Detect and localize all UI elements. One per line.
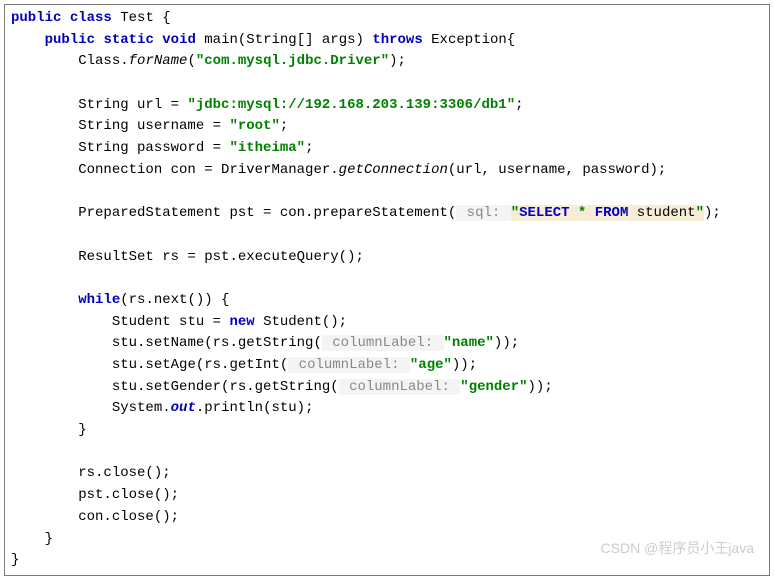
string: "root" [229,118,279,134]
keyword: static [103,32,153,48]
string: "com.mysql.jdbc.Driver" [196,53,389,69]
brace: } [78,422,86,438]
text: (rs.next()) { [120,292,229,308]
string: "itheima" [229,140,305,156]
text: Exception{ [431,32,515,48]
string: "name" [444,335,494,351]
text: String url = [78,97,187,113]
param-hint: columnLabel: [339,379,461,395]
text: )); [452,357,477,373]
method-call: forName [129,53,188,69]
text: Connection con = DriverManager. [78,162,338,178]
sql-quote: " [696,205,704,221]
text: stu.setGender(rs.getString( [112,379,339,395]
text: PreparedStatement pst = con.prepareState… [78,205,456,221]
text: )); [494,335,519,351]
text: con.close(); [78,509,179,525]
brace: { [154,10,171,26]
text: .println(stu); [196,400,314,416]
string: "jdbc:mysql://192.168.203.139:3306/db1" [187,97,515,113]
code-block: public class Test { public static void m… [4,4,770,576]
method-call: getConnection [339,162,448,178]
param-hint: columnLabel: [288,357,410,373]
text: Student stu = [112,314,230,330]
text: )); [528,379,553,395]
text: stu.setAge(rs.getInt( [112,357,288,373]
text: String username = [78,118,229,134]
text: ); [704,205,721,221]
text: pst.close(); [78,487,179,503]
keyword: void [162,32,196,48]
brace: } [11,552,19,568]
text: (url, username, password); [448,162,666,178]
sql-text: * [578,205,595,221]
text: rs.close(); [78,465,170,481]
text: ; [280,118,288,134]
string: "gender" [460,379,527,395]
keyword: public [11,10,61,26]
text: ; [305,140,313,156]
text: String password = [78,140,229,156]
text: ; [515,97,523,113]
class-name: Test [120,10,154,26]
sql-keyword: FROM [595,205,637,221]
field-ref: out [171,400,196,416]
param-hint: columnLabel: [322,335,444,351]
param-hint: sql: [456,205,510,221]
text: ); [389,53,406,69]
sql-keyword: SELECT [519,205,578,221]
text: ResultSet rs = pst.executeQuery(); [78,249,364,265]
keyword: new [229,314,254,330]
text: stu.setName(rs.getString( [112,335,322,351]
string: "age" [410,357,452,373]
method-sig: main(String[] args) [204,32,364,48]
text: Class. [78,53,128,69]
keyword: throws [372,32,422,48]
keyword: while [78,292,120,308]
sql-quote: " [511,205,519,221]
keyword: class [70,10,112,26]
text: System. [112,400,171,416]
brace: } [45,531,53,547]
text: Student(); [255,314,347,330]
keyword: public [45,32,95,48]
text: ( [187,53,195,69]
sql-table: student [637,205,696,221]
